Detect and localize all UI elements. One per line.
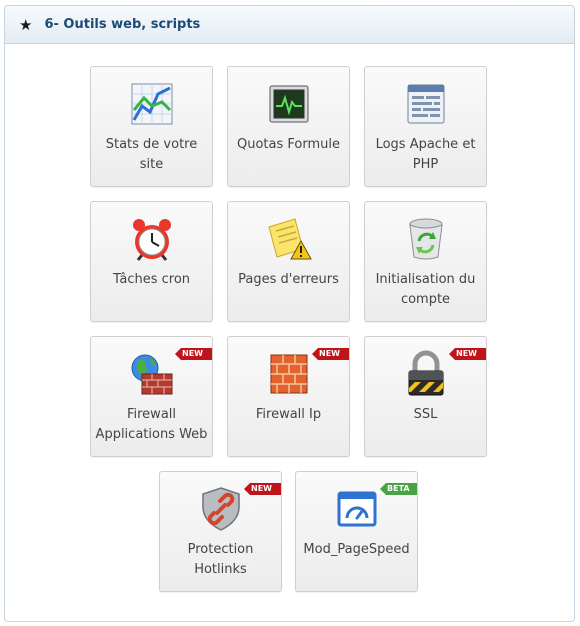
tile-site-stats[interactable]: Stats de votre site bbox=[90, 66, 213, 187]
tile-account-reset[interactable]: Initialisation du compte bbox=[364, 201, 487, 322]
firewall-icon bbox=[270, 354, 308, 394]
speedometer-window-icon bbox=[337, 491, 377, 527]
tile-label: Quotas Formule bbox=[237, 137, 340, 152]
tile-label: Firewall Ip bbox=[255, 407, 322, 422]
tile-label: Protection Hotlinks bbox=[187, 542, 254, 577]
padlock-icon bbox=[408, 350, 444, 396]
tile-label: Stats de votre site bbox=[105, 137, 198, 172]
tile-label: Initialisation du compte bbox=[375, 272, 476, 307]
tile-label: Firewall Applications Web bbox=[95, 407, 208, 442]
tile-label: Logs Apache et PHP bbox=[375, 137, 476, 172]
badge-new: NEW bbox=[449, 348, 486, 360]
monitor-quota-icon bbox=[269, 85, 309, 123]
shield-link-icon bbox=[202, 487, 240, 531]
alarm-clock-icon bbox=[133, 219, 171, 261]
tile-waf[interactable]: NEW Firewall Applications Web bbox=[90, 336, 213, 457]
badge-new: NEW bbox=[244, 483, 281, 495]
tile-hotlink-protection[interactable]: NEW Protection Hotlinks bbox=[159, 471, 282, 592]
tile-label: Pages d'erreurs bbox=[238, 272, 339, 287]
stats-chart-icon bbox=[131, 83, 173, 125]
tile-error-pages[interactable]: Pages d'erreurs bbox=[227, 201, 350, 322]
tile-label: SSL bbox=[413, 407, 438, 422]
badge-new: NEW bbox=[175, 348, 212, 360]
tile-firewall-ip[interactable]: NEW Firewall Ip bbox=[227, 336, 350, 457]
tile-cron[interactable]: Tâches cron bbox=[90, 201, 213, 322]
badge-new: NEW bbox=[312, 348, 349, 360]
panel-header: ★ 6- Outils web, scripts bbox=[5, 6, 574, 44]
tile-ssl[interactable]: NEW SSL bbox=[364, 336, 487, 457]
tile-pagespeed[interactable]: BETA Mod_PageSpeed bbox=[295, 471, 418, 592]
warning-note-icon bbox=[268, 218, 312, 260]
tile-quotas[interactable]: Quotas Formule bbox=[227, 66, 350, 187]
recycle-bin-icon bbox=[409, 218, 443, 260]
globe-firewall-icon bbox=[131, 354, 173, 395]
tile-label: Tâches cron bbox=[112, 272, 191, 287]
badge-beta: BETA bbox=[380, 483, 417, 495]
star-icon: ★ bbox=[19, 15, 33, 34]
tile-logs[interactable]: Logs Apache et PHP bbox=[364, 66, 487, 187]
tile-label: Mod_PageSpeed bbox=[303, 542, 410, 557]
panel-title: 6- Outils web, scripts bbox=[44, 17, 201, 32]
logs-document-icon bbox=[407, 84, 445, 124]
